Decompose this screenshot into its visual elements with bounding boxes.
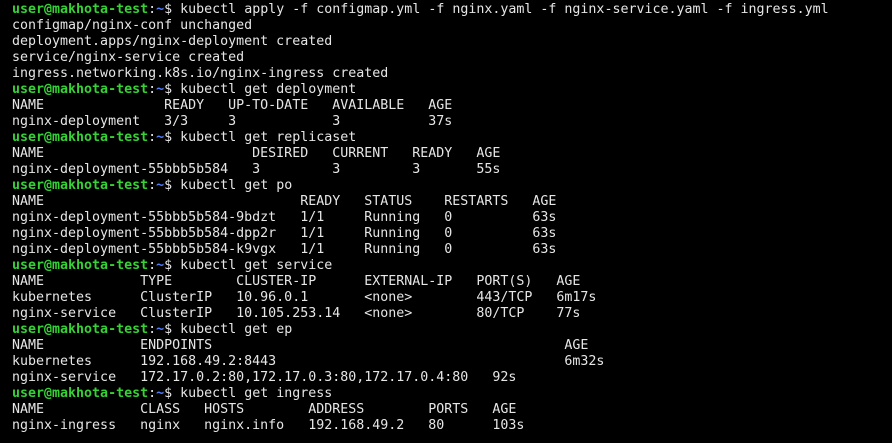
prompt-line: user@makhota-test:~$ kubectl get ingress [12, 386, 892, 402]
output-line: nginx-deployment-55bbb5b584 3 3 3 55s [12, 162, 501, 177]
prompt-cwd: ~ [156, 2, 165, 17]
prompt-symbol: $ [164, 82, 173, 97]
output-line: nginx-deployment-55bbb5b584-dpp2r 1/1 Ru… [12, 226, 557, 241]
prompt-line: user@makhota-test:~$ kubectl get replica… [12, 130, 892, 146]
prompt-line: user@makhota-test:~$ kubectl get po [12, 178, 892, 194]
prompt-user-host: user@makhota-test [12, 386, 149, 401]
prompt-symbol: $ [164, 322, 173, 337]
prompt-user-host: user@makhota-test [12, 178, 149, 193]
output-line: nginx-deployment 3/3 3 3 37s [12, 114, 453, 129]
prompt-user-host: user@makhota-test [12, 258, 149, 273]
output-line: configmap/nginx-conf unchanged [12, 18, 253, 33]
prompt-user-host: user@makhota-test [12, 130, 149, 145]
prompt-user-host: user@makhota-test [12, 82, 149, 97]
output-line: nginx-deployment-55bbb5b584-9bdzt 1/1 Ru… [12, 210, 557, 225]
prompt-user-host: user@makhota-test [12, 2, 149, 17]
prompt-separator: : [148, 130, 157, 145]
prompt-line: user@makhota-test:~$ kubectl get ep [12, 322, 892, 338]
command-text: kubectl get deployment [180, 82, 357, 97]
prompt-cwd: ~ [156, 258, 165, 273]
prompt-line: user@makhota-test:~$ kubectl get service [12, 258, 892, 274]
prompt-symbol: $ [164, 178, 173, 193]
output-line: NAME READY UP-TO-DATE AVAILABLE AGE [12, 98, 453, 113]
prompt-cwd: ~ [156, 82, 165, 97]
prompt-line: user@makhota-test:~$ kubectl get deploym… [12, 82, 892, 98]
prompt-cwd: ~ [156, 130, 165, 145]
prompt-cwd: ~ [156, 178, 165, 193]
output-line: NAME READY STATUS RESTARTS AGE [12, 194, 557, 209]
output-line: deployment.apps/nginx-deployment created [12, 34, 333, 49]
output-line: nginx-ingress nginx nginx.info 192.168.4… [12, 418, 525, 433]
prompt-separator: : [148, 386, 157, 401]
command-text: kubectl get ingress [180, 386, 333, 401]
output-line: kubernetes 192.168.49.2:8443 6m32s [12, 354, 605, 369]
prompt-line: user@makhota-test:~$ kubectl apply -f co… [12, 2, 892, 18]
prompt-symbol: $ [164, 386, 173, 401]
output-line: NAME CLASS HOSTS ADDRESS PORTS AGE [12, 402, 517, 417]
output-line: nginx-deployment-55bbb5b584-k9vgx 1/1 Ru… [12, 242, 557, 257]
prompt-symbol: $ [164, 2, 173, 17]
output-line: NAME DESIRED CURRENT READY AGE [12, 146, 501, 161]
prompt-cwd: ~ [156, 386, 165, 401]
terminal-window[interactable]: user@makhota-test:~$ kubectl apply -f co… [0, 0, 892, 443]
output-line: nginx-service ClusterIP 10.105.253.14 <n… [12, 306, 581, 321]
prompt-separator: : [148, 322, 157, 337]
prompt-separator: : [148, 258, 157, 273]
prompt-symbol: $ [164, 258, 173, 273]
command-text: kubectl get service [180, 258, 333, 273]
command-text: kubectl get po [180, 178, 293, 193]
prompt-symbol: $ [164, 130, 173, 145]
command-text: kubectl get replicaset [180, 130, 357, 145]
output-line: ingress.networking.k8s.io/nginx-ingress … [12, 66, 389, 81]
output-line: kubernetes ClusterIP 10.96.0.1 <none> 44… [12, 290, 597, 305]
prompt-separator: : [148, 82, 157, 97]
output-line: NAME ENDPOINTS AGE [12, 338, 589, 353]
prompt-separator: : [148, 2, 157, 17]
command-text: kubectl apply -f configmap.yml -f nginx.… [180, 2, 829, 17]
prompt-user-host: user@makhota-test [12, 322, 149, 337]
output-line: NAME TYPE CLUSTER-IP EXTERNAL-IP PORT(S)… [12, 274, 581, 289]
prompt-cwd: ~ [156, 322, 165, 337]
command-text: kubectl get ep [180, 322, 293, 337]
prompt-separator: : [148, 178, 157, 193]
output-line: nginx-service 172.17.0.2:80,172.17.0.3:8… [12, 370, 517, 385]
terminal-output: user@makhota-test:~$ kubectl apply -f co… [12, 2, 892, 434]
output-line: service/nginx-service created [12, 50, 245, 65]
